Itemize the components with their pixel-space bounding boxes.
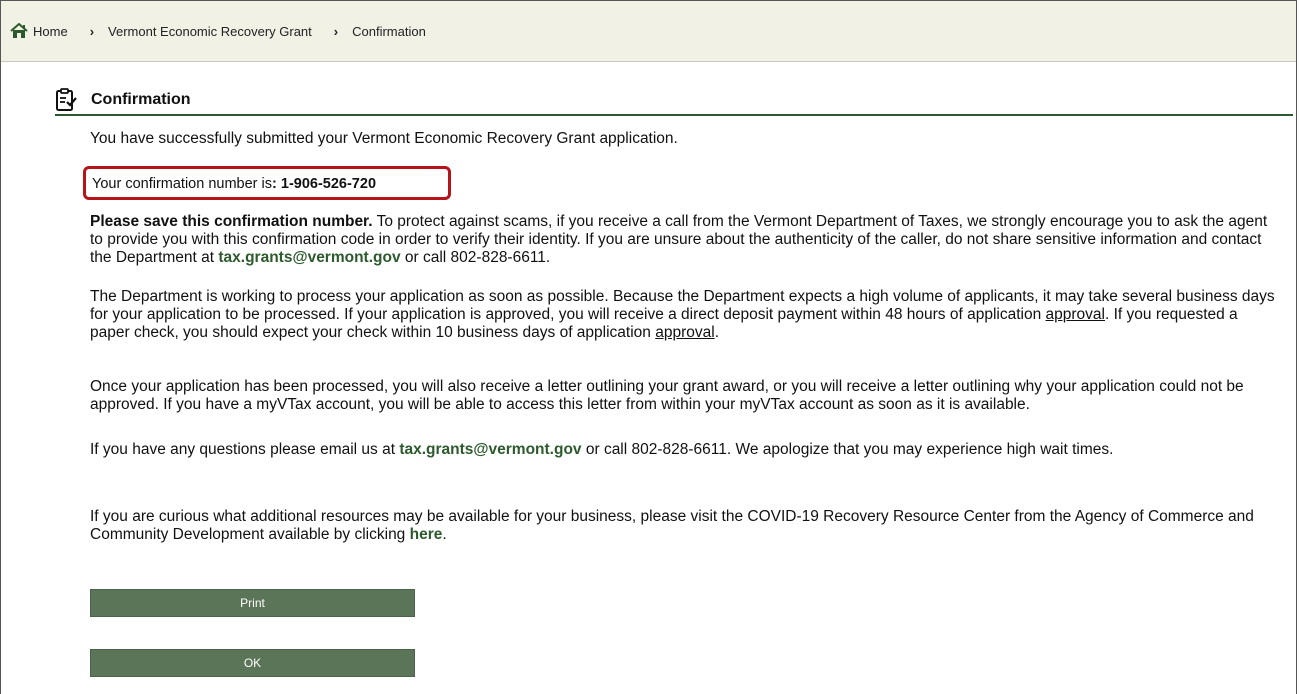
- breadcrumb-current: Confirmation: [352, 23, 426, 39]
- paragraph-text: or call 802-828-6611.: [400, 249, 551, 266]
- questions-paragraph: If you have any questions please email u…: [90, 441, 1280, 459]
- home-icon[interactable]: [10, 22, 28, 39]
- paragraph-text: If you are curious what additional resou…: [90, 508, 1254, 543]
- save-number-heading: Please save this confirmation number.: [90, 213, 373, 230]
- confirmation-number-line: Your confirmation number is: 1-906-526-7…: [92, 175, 376, 193]
- breadcrumb-grant-link[interactable]: Vermont Economic Recovery Grant: [108, 24, 312, 39]
- ok-button[interactable]: OK: [90, 649, 415, 677]
- confirmation-number: 1-906-526-720: [280, 176, 377, 192]
- paragraph-text: .: [442, 526, 447, 543]
- approval-link[interactable]: approval: [1046, 306, 1105, 323]
- chevron-right-icon: ›: [89, 23, 95, 39]
- paragraph-text: .: [714, 324, 720, 341]
- here-link[interactable]: here: [410, 526, 443, 543]
- print-button[interactable]: Print: [90, 589, 415, 617]
- approval-link[interactable]: approval: [655, 324, 714, 341]
- paragraph-text: If you have any questions please email u…: [90, 441, 400, 458]
- paragraph-text: or call 802-828-6611. We apologize that …: [581, 441, 1114, 458]
- letter-paragraph: Once your application has been processed…: [90, 378, 1244, 413]
- page-title: Confirmation: [91, 91, 191, 108]
- breadcrumb: Home › Vermont Economic Recovery Grant ›…: [1, 1, 1296, 62]
- processing-paragraph: The Department is working to process you…: [90, 288, 1280, 342]
- clipboard-check-icon: [55, 88, 77, 112]
- chevron-right-icon: ›: [333, 23, 339, 39]
- section-header: Confirmation: [55, 88, 1293, 116]
- confirmation-label: Your confirmation number is: [92, 176, 272, 192]
- email-link[interactable]: tax.grants@vermont.gov: [399, 441, 581, 458]
- scam-warning-paragraph: Please save this confirmation number. To…: [90, 213, 1280, 267]
- resources-paragraph: If you are curious what additional resou…: [90, 508, 1280, 544]
- breadcrumb-home-link[interactable]: Home: [33, 24, 68, 39]
- email-link[interactable]: tax.grants@vermont.gov: [218, 249, 400, 266]
- intro-text: You have successfully submitted your Ver…: [90, 130, 678, 147]
